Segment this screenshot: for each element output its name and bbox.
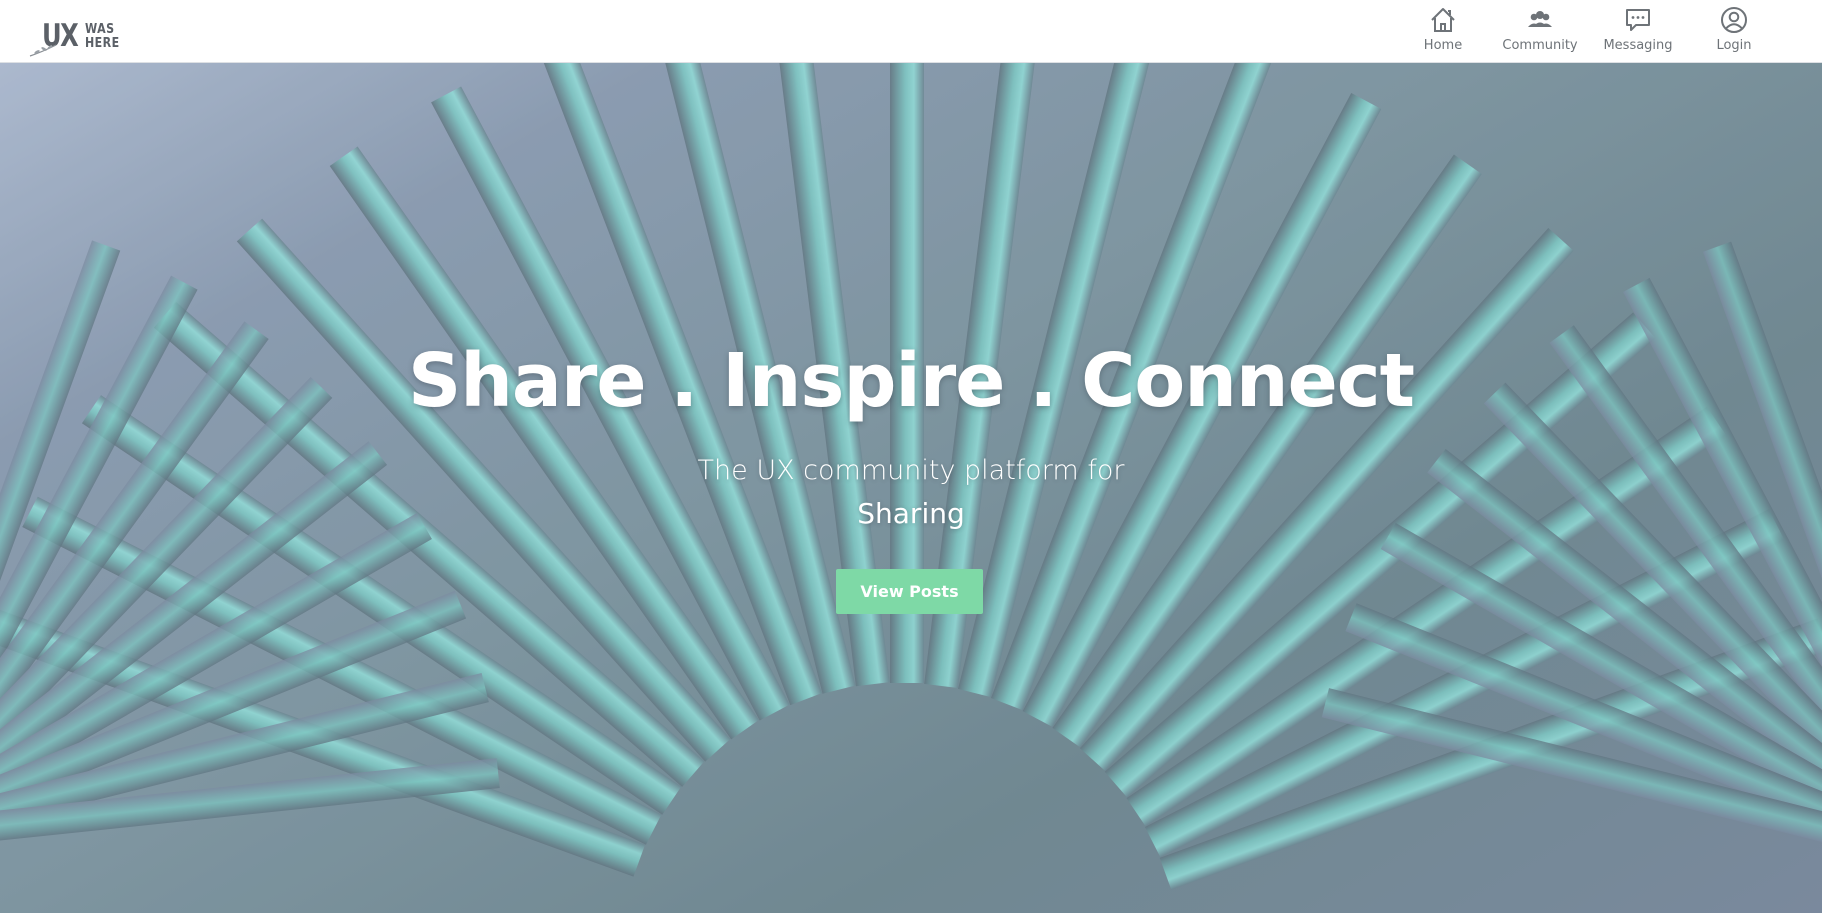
hero-tagline: The UX community platform for	[697, 455, 1125, 486]
leaf-sprig-icon	[29, 44, 57, 57]
home-icon	[1431, 8, 1455, 32]
nav-item-community[interactable]: Community	[1495, 5, 1585, 53]
nav-item-messaging[interactable]: Messaging	[1595, 5, 1681, 53]
nav-item-home[interactable]: Home	[1413, 5, 1473, 53]
user-icon	[1721, 7, 1747, 33]
nav-item-login[interactable]: Login	[1707, 5, 1761, 53]
site-logo[interactable]: UX WAS HERE	[28, 12, 128, 58]
nav-label-login: Login	[1716, 38, 1752, 53]
top-navbar: UX WAS HERE Home Community Messaging Log…	[0, 0, 1822, 63]
nav-label-community: Community	[1502, 38, 1578, 53]
logo-was-text: WAS	[85, 22, 115, 37]
hero-section	[0, 63, 1822, 913]
view-posts-button[interactable]: View Posts	[836, 569, 983, 614]
messaging-icon	[1626, 9, 1650, 31]
hero-rotating-word: Sharing	[857, 497, 965, 530]
community-icon	[1528, 11, 1552, 27]
hero-overlay	[0, 63, 1822, 913]
hero-headline: Share . Inspire . Connect	[407, 338, 1415, 424]
nav-label-messaging: Messaging	[1603, 38, 1673, 53]
logo-here-text: HERE	[85, 36, 120, 51]
nav-label-home: Home	[1423, 38, 1463, 53]
